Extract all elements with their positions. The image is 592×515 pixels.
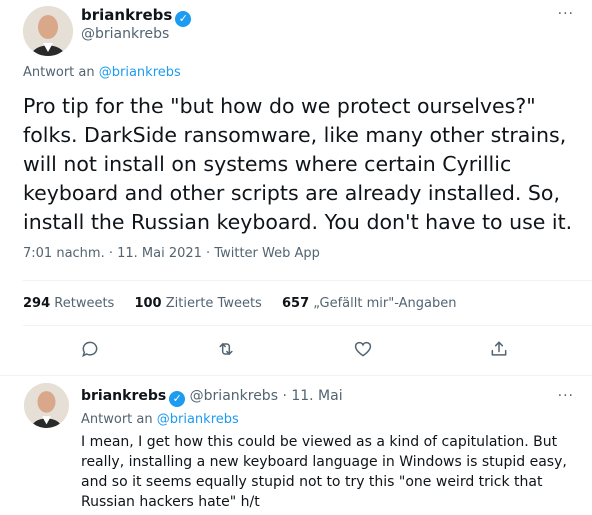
more-icon[interactable]: ··· [558,388,574,404]
reply-author: briankrebs ✓ @briankrebs · 11. Mai [81,388,343,407]
reply-handle-date[interactable]: @briankrebs · 11. Mai [190,388,343,404]
divider [23,325,592,326]
replying-to-prefix: Antwort an [23,65,95,80]
replying-to-link[interactable]: @briankrebs [157,412,239,427]
tweet-stats: 294 Retweets 100 Zitierte Tweets 657 „Ge… [23,296,472,311]
reply-author-name[interactable]: briankrebs [81,388,166,404]
action-bar [0,335,592,365]
tweet-text: Pro tip for the "but how do we protect o… [23,94,573,234]
replying-to-prefix: Antwort an [81,412,153,427]
tweet-meta[interactable]: 7:01 nachm. · 11. Mai 2021 · Twitter Web… [23,246,320,261]
share-icon[interactable] [489,339,511,361]
avatar-photo [24,383,69,428]
quotes-count: 100 [134,296,162,311]
reply-replying-to: Antwort an @briankrebs [81,412,239,427]
retweets-label: Retweets [54,296,115,311]
more-icon[interactable]: ··· [558,6,574,22]
likes-stat[interactable]: 657 „Gefällt mir"-Angaben [282,296,456,311]
avatar[interactable] [23,6,73,56]
reply-text: I mean, I get how this could be viewed a… [81,434,567,510]
verified-badge-icon: ✓ [175,11,192,27]
retweets-count: 294 [23,296,51,311]
replying-to: Antwort an @briankrebs [23,65,181,80]
divider [23,280,592,281]
avatar[interactable] [24,383,69,428]
quotes-label: Zitierte Tweets [165,296,262,311]
reply-icon[interactable] [80,339,102,361]
verified-badge-icon: ✓ [169,391,186,407]
author-name[interactable]: briankrebs ✓ [81,6,192,27]
author-handle[interactable]: @briankrebs [81,26,169,42]
retweet-icon[interactable] [216,339,238,361]
quotes-stat[interactable]: 100 Zitierte Tweets [134,296,261,311]
likes-label: „Gefällt mir"-Angaben [313,296,457,311]
main-tweet: briankrebs ✓ @briankrebs ··· Antwort an @… [0,0,592,376]
avatar-photo [23,6,73,56]
author-name-text[interactable]: briankrebs [81,6,172,24]
retweets-stat[interactable]: 294 Retweets [23,296,114,311]
likes-count: 657 [281,296,310,311]
replying-to-link[interactable]: @briankrebs [99,65,181,80]
like-icon[interactable] [353,339,375,361]
